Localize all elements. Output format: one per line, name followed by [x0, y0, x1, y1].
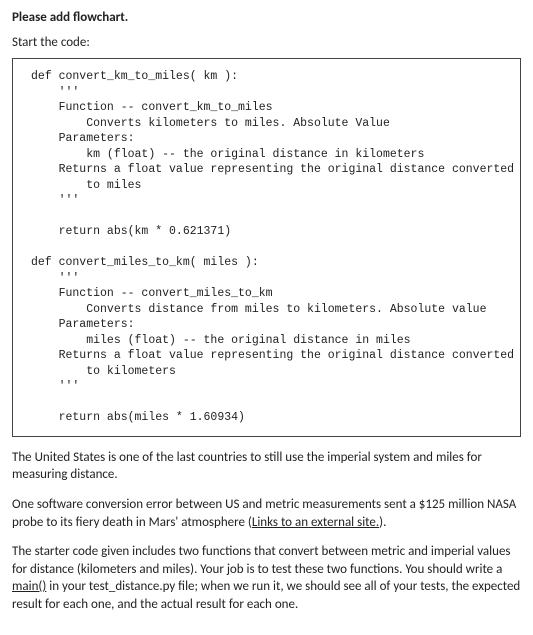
paragraph-3: The starter code given includes two func…	[12, 543, 521, 613]
intro-text: Start the code:	[12, 35, 521, 50]
paragraph-1: The United States is one of the last cou…	[12, 449, 521, 484]
external-site-link[interactable]: Links to an external site.	[252, 515, 379, 530]
para2-text-b: ).	[379, 515, 386, 530]
paragraph-2: One software conversion error between US…	[12, 496, 521, 531]
code-block: def convert_km_to_miles( km ): ''' Funct…	[12, 58, 521, 437]
para3-text-b: in your test_distance.py file; when we r…	[12, 579, 520, 612]
page-heading: Please add flowchart.	[12, 10, 521, 25]
para3-text-a: The starter code given includes two func…	[12, 544, 511, 577]
main-function-link[interactable]: main()	[12, 579, 46, 594]
